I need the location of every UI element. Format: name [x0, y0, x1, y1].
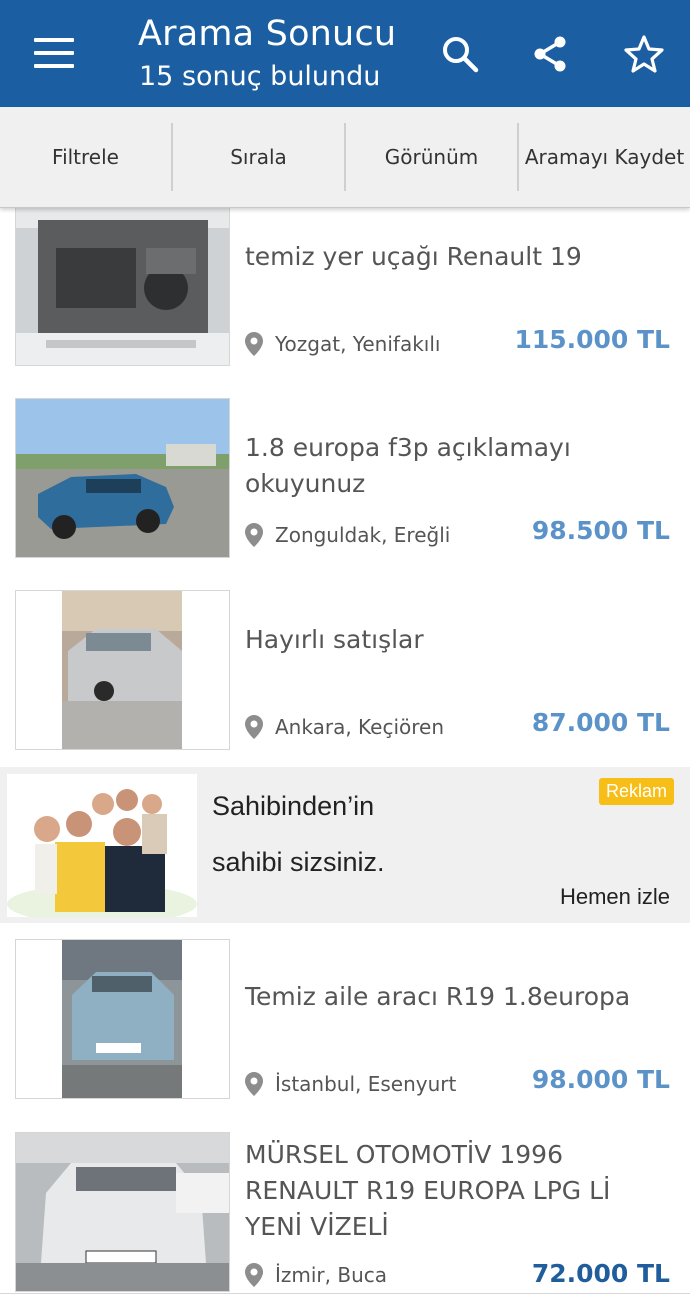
sort-button[interactable]: Sırala — [173, 107, 344, 207]
location-text: Ankara, Keçiören — [275, 715, 445, 739]
listing-item[interactable]: 1.8 europa f3p açıklamayı okuyunuz Zongu… — [0, 382, 690, 575]
location-pin-icon — [245, 715, 263, 739]
listing-item[interactable]: Temiz aile aracı R19 1.8europa İstanbul,… — [0, 923, 690, 1117]
menu-icon[interactable] — [34, 38, 74, 72]
save-search-button[interactable]: Aramayı Kaydet — [519, 107, 690, 207]
location-text: Yozgat, Yenifakılı — [275, 332, 441, 356]
location-pin-icon — [245, 1072, 263, 1096]
listing-thumbnail — [15, 1132, 230, 1292]
share-icon[interactable] — [530, 34, 570, 74]
listing-thumbnail — [15, 939, 230, 1099]
location-text: İzmir, Buca — [275, 1263, 388, 1287]
location-pin-icon — [245, 523, 263, 547]
listing-thumbnail — [15, 398, 230, 558]
search-icon[interactable] — [440, 34, 480, 74]
listing-location: Ankara, Keçiören — [245, 715, 444, 739]
ad-badge: Reklam — [598, 778, 674, 805]
location-text: İstanbul, Esenyurt — [275, 1072, 457, 1096]
star-icon[interactable] — [624, 34, 664, 74]
listing-title: 1.8 europa f3p açıklamayı okuyunuz — [245, 433, 571, 498]
listing-price: 98.500 TL — [531, 516, 670, 545]
result-count: 15 sonuç bulundu — [139, 61, 381, 92]
action-toolbar: Filtrele Sırala Görünüm Aramayı Kaydet — [0, 107, 690, 208]
advertisement-banner[interactable]: Sahibinden’in sahibi sizsiniz. Reklam He… — [0, 767, 690, 924]
listing-location: Zonguldak, Ereğli — [245, 523, 450, 547]
listing-price: 72.000 TL — [531, 1259, 670, 1288]
filter-button[interactable]: Filtrele — [0, 107, 171, 207]
listing-thumbnail — [15, 207, 230, 366]
location-pin-icon — [245, 1263, 263, 1287]
app-header: Arama Sonucu 15 sonuç bulundu — [0, 0, 690, 107]
listing-item[interactable]: MÜRSEL OTOMOTİV 1996 RENAULT R19 EUROPA … — [0, 1116, 690, 1294]
listing-thumbnail — [15, 590, 230, 750]
listing-location: Yozgat, Yenifakılı — [245, 332, 440, 356]
location-pin-icon — [245, 332, 263, 356]
listing-item[interactable]: Hayırlı satışlar Ankara, Keçiören 87.000… — [0, 574, 690, 768]
listing-title: Hayırlı satışlar — [245, 625, 424, 654]
location-text: Zonguldak, Ereğli — [275, 523, 451, 547]
listing-price: 87.000 TL — [531, 708, 670, 737]
view-button[interactable]: Görünüm — [346, 107, 517, 207]
listing-location: İzmir, Buca — [245, 1263, 387, 1287]
listing-title: MÜRSEL OTOMOTİV 1996 RENAULT R19 EUROPA … — [245, 1140, 611, 1241]
listing-location: İstanbul, Esenyurt — [245, 1072, 456, 1096]
listing-title: temiz yer uçağı Renault 19 — [245, 242, 582, 271]
listing-price: 98.000 TL — [531, 1065, 670, 1094]
page-title: Arama Sonucu — [138, 14, 397, 54]
listing-price: 115.000 TL — [514, 325, 670, 354]
ad-image — [7, 774, 197, 917]
listing-title: Temiz aile aracı R19 1.8europa — [245, 982, 631, 1011]
ad-cta-link[interactable]: Hemen izle — [560, 884, 670, 910]
listing-item[interactable]: temiz yer uçağı Renault 19 Yozgat, Yenif… — [0, 207, 690, 383]
ad-headline-line1: Sahibinden’in — [212, 791, 375, 821]
ad-headline-line2: sahibi sizsiniz. — [212, 847, 385, 877]
